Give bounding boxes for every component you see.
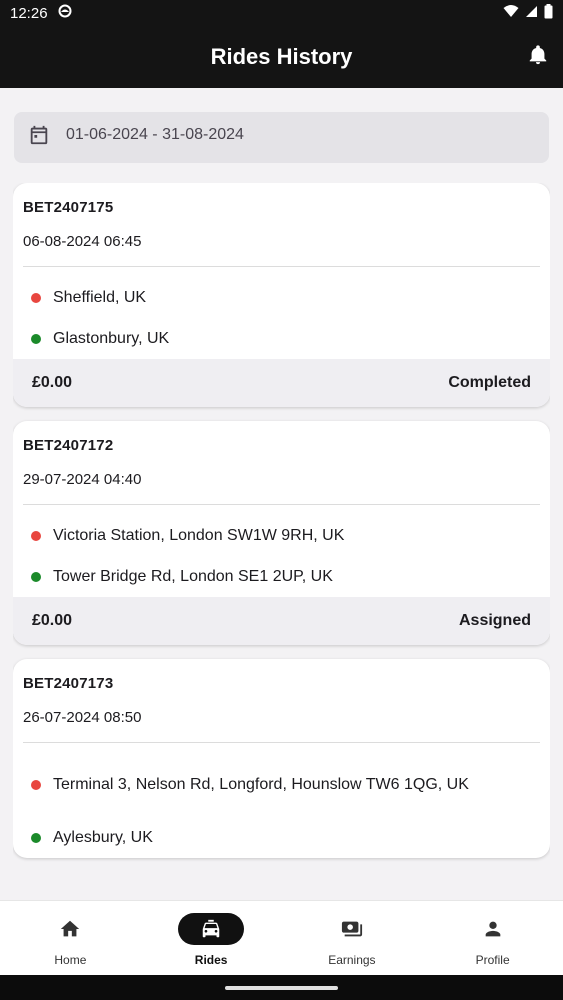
bell-icon[interactable]: [527, 44, 549, 66]
app-bar: Rides History: [0, 26, 563, 88]
home-gesture-handle[interactable]: [225, 986, 338, 990]
pickup-location: Victoria Station, London SW1W 9RH, UK: [23, 515, 540, 556]
nav-profile-label: Profile: [475, 953, 510, 967]
ride-fare: £0.00: [32, 374, 73, 391]
battery-icon: [544, 3, 553, 23]
rides-list[interactable]: BET2407175 06-08-2024 06:45 Sheffield, U…: [13, 183, 550, 900]
nav-rides[interactable]: Rides: [141, 901, 282, 975]
calendar-icon: [28, 124, 50, 151]
nav-rides-label: Rides: [194, 953, 228, 967]
pickup-dot-icon: [31, 292, 41, 303]
ride-card[interactable]: BET2407173 26-07-2024 08:50 Terminal 3, …: [13, 659, 550, 858]
ride-datetime: 26-07-2024 08:50: [23, 709, 142, 726]
ride-footer: £0.00 Assigned: [13, 597, 550, 645]
dropoff-dot-icon: [31, 832, 41, 843]
dropoff-text: Glastonbury, UK: [53, 329, 170, 347]
nav-home[interactable]: Home: [0, 901, 141, 975]
dropoff-location: Tower Bridge Rd, London SE1 2UP, UK: [23, 556, 540, 597]
ride-datetime: 29-07-2024 04:40: [23, 471, 142, 488]
date-range-text: 01-06-2024 - 31-08-2024: [66, 125, 244, 143]
ride-card[interactable]: BET2407175 06-08-2024 06:45 Sheffield, U…: [13, 183, 550, 407]
ride-id: BET2407175: [23, 199, 114, 216]
divider: [23, 266, 540, 267]
pickup-location: Terminal 3, Nelson Rd, Longford, Hounslo…: [23, 753, 540, 817]
taxi-icon: [178, 913, 245, 945]
divider: [23, 504, 540, 505]
pickup-text: Sheffield, UK: [53, 288, 147, 306]
wifi-icon: [503, 4, 519, 22]
ride-footer: £0.00 Completed: [13, 359, 550, 407]
ride-datetime: 06-08-2024 06:45: [23, 233, 142, 250]
page-title: Rides History: [210, 44, 353, 69]
pickup-text: Victoria Station, London SW1W 9RH, UK: [53, 526, 345, 544]
dropoff-location: Aylesbury, UK: [23, 817, 540, 858]
ride-status: Completed: [448, 374, 531, 391]
profile-icon: [460, 913, 526, 945]
earnings-icon: [319, 913, 385, 945]
nav-profile[interactable]: Profile: [422, 901, 563, 975]
pickup-dot-icon: [31, 780, 41, 790]
nav-earnings-label: Earnings: [328, 953, 376, 967]
nav-earnings[interactable]: Earnings: [282, 901, 423, 975]
ride-id: BET2407172: [23, 437, 114, 454]
nav-home-label: Home: [54, 953, 87, 967]
ride-status: Assigned: [458, 612, 531, 629]
home-icon: [37, 913, 103, 945]
ride-id: BET2407173: [23, 675, 114, 692]
ride-card[interactable]: BET2407172 29-07-2024 04:40 Victoria Sta…: [13, 421, 550, 645]
signal-icon: [525, 5, 538, 22]
status-bar: 12:26: [0, 0, 563, 26]
date-range-filter[interactable]: 01-06-2024 - 31-08-2024: [14, 112, 549, 163]
pickup-dot-icon: [31, 530, 41, 541]
ride-fare: £0.00: [32, 612, 73, 629]
dropoff-text: Aylesbury, UK: [53, 828, 153, 846]
pickup-text: Terminal 3, Nelson Rd, Longford, Hounslo…: [53, 776, 469, 793]
notification-status-icon: [58, 4, 72, 22]
dropoff-dot-icon: [31, 571, 41, 582]
divider: [23, 742, 540, 743]
system-gesture-bar: [0, 975, 563, 1000]
pickup-location: Sheffield, UK: [23, 277, 540, 318]
bottom-navigation: Home Rides Earnings Profile: [0, 900, 563, 975]
dropoff-text: Tower Bridge Rd, London SE1 2UP, UK: [53, 567, 333, 585]
status-time: 12:26: [10, 4, 48, 22]
dropoff-location: Glastonbury, UK: [23, 318, 540, 359]
dropoff-dot-icon: [31, 333, 41, 344]
